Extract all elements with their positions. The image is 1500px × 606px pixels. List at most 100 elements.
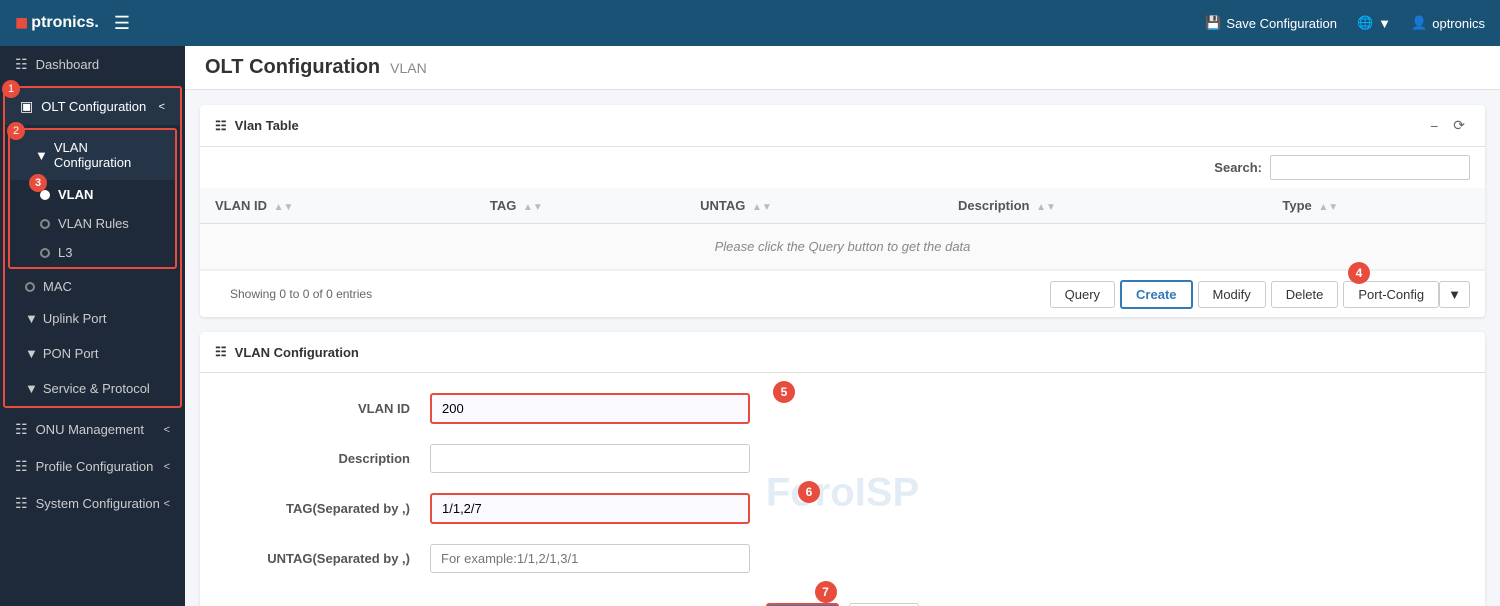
step-badge-3: 3	[29, 174, 47, 192]
sidebar-item-system-configuration[interactable]: ☷ System Configuration <	[0, 485, 185, 522]
col-tag: TAG ▲▼	[475, 188, 685, 224]
step-badge-4: 4	[1348, 262, 1370, 284]
step-badge-5: 5	[773, 381, 795, 403]
sidebar-item-dashboard[interactable]: ☷ Dashboard	[0, 46, 185, 83]
page-header: OLT Configuration VLAN	[185, 46, 1500, 90]
untag-label: UNTAG(Separated by ,)	[230, 551, 430, 566]
create-button[interactable]: Create	[1120, 280, 1192, 309]
chevron-down-icon: ▼	[25, 311, 38, 326]
port-config-button[interactable]: Port-Config	[1343, 281, 1439, 308]
untag-row: UNTAG(Separated by ,)	[230, 544, 1455, 573]
mac-radio	[25, 282, 35, 292]
sort-icon: ▲▼	[752, 202, 772, 213]
entries-info: Showing 0 to 0 of 0 entries	[215, 279, 387, 309]
search-input[interactable]	[1270, 155, 1470, 180]
description-label: Description	[230, 451, 430, 466]
sort-icon: ▲▼	[1318, 202, 1338, 213]
search-row: Search:	[200, 147, 1485, 188]
page-title: OLT Configuration	[205, 56, 380, 79]
tag-row: 6 TAG(Separated by ,)	[230, 493, 1455, 524]
vlan-table-card: ☷ Vlan Table − ⟳ Search: VLAN ID	[200, 105, 1485, 317]
sidebar-item-service-protocol[interactable]: ▼ Service & Protocol	[5, 371, 180, 406]
delete-button[interactable]: Delete	[1271, 281, 1339, 308]
profile-icon: ☷	[15, 458, 28, 475]
logo-icon: ■	[15, 10, 28, 36]
sort-icon: ▲▼	[274, 202, 294, 213]
sidebar-item-l3[interactable]: L3	[10, 238, 175, 267]
refresh-button[interactable]: ⟳	[1448, 115, 1470, 136]
table-action-buttons: 4 Query Create Modify Delete Port-Config…	[1050, 280, 1470, 309]
vlan-form-header: ☷ VLAN Configuration	[200, 332, 1485, 373]
untag-input[interactable]	[430, 544, 750, 573]
tag-input[interactable]	[430, 493, 750, 524]
sidebar-item-vlan-rules[interactable]: VLAN Rules	[10, 209, 175, 238]
language-button[interactable]: 🌐 ▼	[1357, 15, 1391, 31]
sidebar: ☷ Dashboard ▣ OLT Configuration 1 < ▼ VL…	[0, 46, 185, 606]
sidebar-item-pon-port[interactable]: ▼ PON Port	[5, 336, 180, 371]
sidebar-item-vlan[interactable]: VLAN 3	[10, 180, 175, 209]
sort-icon: ▲▼	[1036, 202, 1056, 213]
sidebar-item-uplink-port[interactable]: ▼ Uplink Port	[5, 301, 180, 336]
sidebar-vlan-item-wrapper: VLAN 3	[10, 180, 175, 209]
search-label: Search:	[1214, 160, 1262, 175]
step-badge-6: 6	[798, 481, 820, 503]
minimize-button[interactable]: −	[1425, 116, 1443, 136]
sidebar-subsection-vlan-config: ▼ VLAN Configuration 2 VLAN 3 VLAN Rules	[8, 128, 177, 269]
globe-icon: 🌐	[1357, 15, 1373, 31]
navbar: ■ ptronics. ☰ 💾 Save Configuration 🌐 ▼ 👤…	[0, 0, 1500, 46]
profile-arrow: <	[164, 461, 170, 473]
page-subtitle: VLAN	[390, 60, 427, 76]
empty-table-message: Please click the Query button to get the…	[200, 224, 1485, 270]
table-icon: ☷	[215, 118, 227, 134]
chevron-down-icon: ▼	[25, 381, 38, 396]
sidebar-item-onu-management[interactable]: ☷ ONU Management <	[0, 411, 185, 448]
vlan-form-card: ☷ VLAN Configuration ForoISP 5 VLAN ID D…	[200, 332, 1485, 606]
vlan-table: VLAN ID ▲▼ TAG ▲▼ UNTAG ▲▼ Description	[200, 188, 1485, 270]
col-untag: UNTAG ▲▼	[685, 188, 943, 224]
sidebar-item-profile-configuration[interactable]: ☷ Profile Configuration <	[0, 448, 185, 485]
onu-icon: ☷	[15, 421, 28, 438]
step-badge-2: 2	[7, 122, 25, 140]
logo-text: ptronics.	[31, 14, 99, 32]
chevron-down-icon: ▼	[35, 148, 48, 163]
col-type: Type ▲▼	[1267, 188, 1485, 224]
col-description: Description ▲▼	[943, 188, 1267, 224]
table-header: VLAN ID ▲▼ TAG ▲▼ UNTAG ▲▼ Description	[200, 188, 1485, 224]
step-badge-1: 1	[2, 80, 20, 98]
hamburger-icon[interactable]: ☰	[114, 13, 130, 34]
form-body: ForoISP 5 VLAN ID Description 6 TAG(Sepa…	[200, 373, 1485, 606]
col-vlan-id: VLAN ID ▲▼	[200, 188, 475, 224]
sort-icon: ▲▼	[523, 202, 543, 213]
dashboard-icon: ☷	[15, 56, 28, 73]
sidebar-item-olt-configuration[interactable]: ▣ OLT Configuration 1 <	[5, 88, 180, 125]
sidebar-item-mac[interactable]: MAC	[5, 272, 180, 301]
monitor-icon: ▣	[20, 98, 33, 115]
main-layout: ☷ Dashboard ▣ OLT Configuration 1 < ▼ VL…	[0, 46, 1500, 606]
save-config-button[interactable]: 💾 Save Configuration	[1205, 15, 1337, 31]
table-body: Please click the Query button to get the…	[200, 224, 1485, 270]
vlan-id-label: VLAN ID	[230, 401, 430, 416]
sidebar-item-vlan-configuration[interactable]: ▼ VLAN Configuration 2	[10, 130, 175, 180]
port-config-group: Port-Config ▼	[1343, 281, 1470, 308]
table-footer: Showing 0 to 0 of 0 entries 4 Query Crea…	[200, 270, 1485, 317]
user-menu[interactable]: 👤 optronics	[1411, 15, 1485, 31]
vlan-id-row: 5 VLAN ID	[230, 393, 1455, 424]
chevron-down-icon: ▼	[25, 346, 38, 361]
query-button[interactable]: Query	[1050, 281, 1115, 308]
vlan-table-title: ☷ Vlan Table	[215, 118, 299, 134]
system-arrow: <	[164, 498, 170, 510]
save-icon: 💾	[1205, 15, 1221, 31]
description-input[interactable]	[430, 444, 750, 473]
step-badge-7: 7	[815, 581, 837, 603]
onu-arrow: <	[164, 424, 170, 436]
modify-button[interactable]: Modify	[1198, 281, 1266, 308]
port-config-dropdown[interactable]: ▼	[1439, 281, 1470, 308]
user-icon: 👤	[1411, 15, 1427, 31]
brand-logo: ■ ptronics.	[15, 10, 99, 36]
tag-label: TAG(Separated by ,)	[230, 501, 430, 516]
main-content: OLT Configuration VLAN ☷ Vlan Table − ⟳ …	[185, 46, 1500, 606]
olt-arrow: <	[159, 101, 165, 113]
card-actions: − ⟳	[1425, 115, 1470, 136]
vlan-id-input[interactable]	[430, 393, 750, 424]
form-icon: ☷	[215, 344, 227, 360]
